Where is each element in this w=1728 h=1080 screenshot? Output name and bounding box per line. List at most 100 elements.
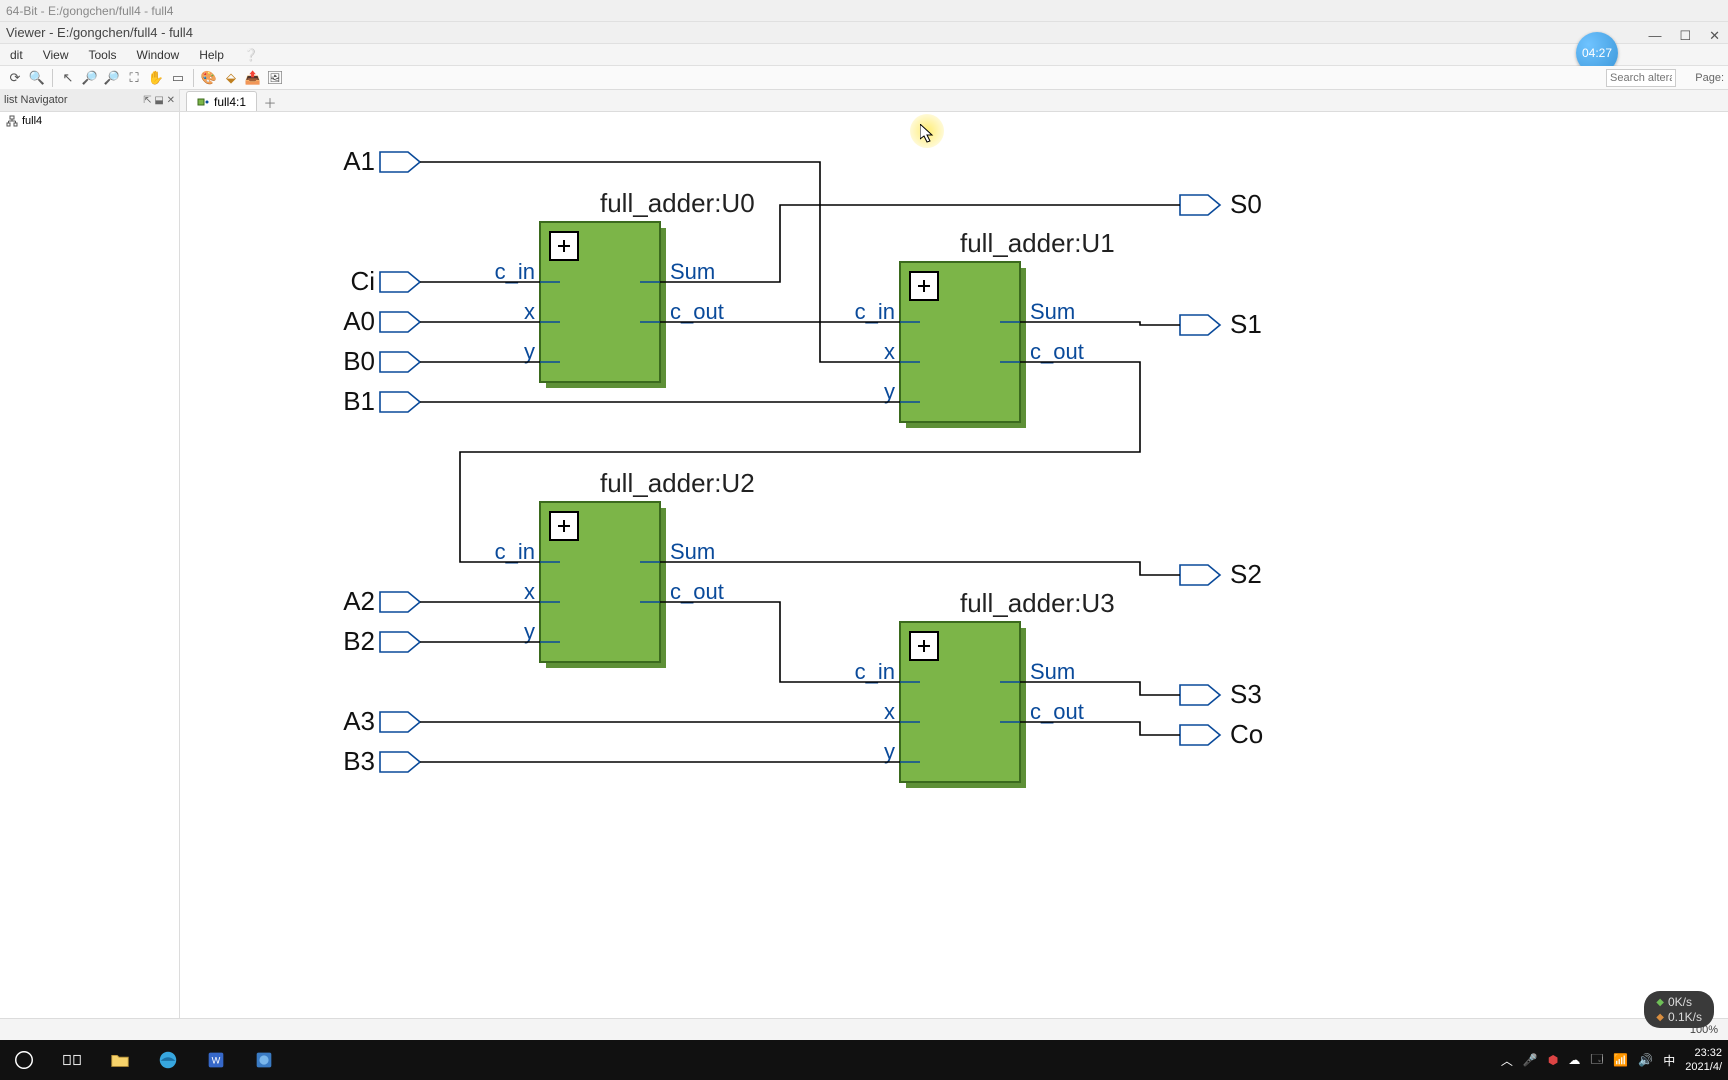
title-text-2: Viewer - E:/gongchen/full4 - full4 [6, 25, 193, 40]
timer-value: 04:27 [1582, 46, 1612, 60]
input-pin-A1: A1 [343, 146, 420, 176]
input-pin-Ci: Ci [350, 266, 420, 296]
toolbar-net-icon[interactable]: ⬙ [221, 68, 241, 88]
svg-text:B3: B3 [343, 746, 375, 776]
menu-view[interactable]: View [33, 48, 79, 62]
tray-chevron-icon[interactable]: ︿ [1501, 1052, 1513, 1069]
svg-text:c_out: c_out [1030, 339, 1084, 364]
schematic-svg: A1 Ci A0 B0 B1 [180, 112, 1728, 1012]
schematic-icon [197, 96, 209, 108]
sidepanel-controls[interactable]: ⇱ ⬓ ✕ [143, 95, 175, 106]
tray-security-icon[interactable]: ⬢ [1548, 1053, 1558, 1067]
svg-text:B1: B1 [343, 386, 375, 416]
maximize-button[interactable]: ☐ [1679, 28, 1691, 44]
tray-volume-icon[interactable]: 🔊 [1638, 1053, 1653, 1067]
tree-item-root[interactable]: full4 [0, 112, 179, 130]
toolbar-zoom-in-icon[interactable]: 🔎 [80, 68, 100, 88]
svg-text:Ci: Ci [350, 266, 375, 296]
tray-wifi-icon[interactable]: 📶 [1613, 1053, 1628, 1067]
svg-text:x: x [884, 699, 895, 724]
svg-text:c_out: c_out [670, 579, 724, 604]
menu-window[interactable]: Window [127, 48, 190, 62]
output-pin-S0: S0 [1180, 189, 1262, 219]
toolbar-pan-icon[interactable]: ✋ [146, 68, 166, 88]
tab-full4-1[interactable]: full4:1 [186, 91, 257, 111]
input-pin-A2: A2 [343, 586, 420, 616]
arrow-down-icon: ◆ [1656, 1012, 1664, 1023]
help-icon[interactable]: ❔ [234, 48, 269, 62]
block-U0[interactable]: full_adder:U0 c_in x y Sum c_out [495, 188, 755, 388]
close-button[interactable]: ✕ [1709, 28, 1720, 44]
block-U3[interactable]: full_adder:U3 c_in x y Sum c_out [855, 588, 1115, 788]
menu-help[interactable]: Help [189, 48, 234, 62]
menu-tools[interactable]: Tools [78, 48, 126, 62]
svg-text:A3: A3 [343, 706, 375, 736]
svg-text:Sum: Sum [670, 539, 715, 564]
clock-date: 2021/4/ [1685, 1060, 1722, 1074]
input-pin-B3: B3 [343, 746, 420, 776]
svg-text:c_out: c_out [670, 299, 724, 324]
toolbar-palette-icon[interactable]: 🎨 [199, 68, 219, 88]
menubar: dit View Tools Window Help ❔ [0, 44, 1728, 66]
output-pin-S3: S3 [1180, 679, 1262, 709]
svg-text:S0: S0 [1230, 189, 1262, 219]
tab-row: list Navigator ⇱ ⬓ ✕ full4:1 ＋ [0, 90, 1728, 112]
svg-text:full_adder:U1: full_adder:U1 [960, 228, 1115, 258]
file-explorer-icon[interactable] [96, 1040, 144, 1080]
sidepanel-header: list Navigator ⇱ ⬓ ✕ [0, 89, 180, 111]
toolbar-zoom-out-icon[interactable]: 🔎 [102, 68, 122, 88]
toolbar-refresh-icon[interactable]: ⟳ [5, 68, 25, 88]
block-U1[interactable]: full_adder:U1 c_in x y Sum c_out [855, 228, 1115, 428]
netspeed-widget: ◆0K/s ◆0.1K/s [1644, 991, 1714, 1028]
statusbar: 100% [0, 1018, 1728, 1040]
titlebar-secondary: 64-Bit - E:/gongchen/full4 - full4 [0, 0, 1728, 22]
toolbar-zoom-fit-icon[interactable]: ⛶ [124, 68, 144, 88]
tray-onedrive-icon[interactable]: ☁ [1568, 1053, 1580, 1067]
output-pin-S2: S2 [1180, 559, 1262, 589]
toolbar-select-icon[interactable]: ▭ [168, 68, 188, 88]
svg-text:c_in: c_in [495, 259, 535, 284]
toolbar-separator-2 [193, 69, 194, 87]
page-label: Page: [1695, 72, 1724, 84]
edge-browser-icon[interactable] [144, 1040, 192, 1080]
window-controls: — ☐ ✕ [1648, 28, 1720, 44]
netspeed-up: 0K/s [1668, 995, 1692, 1009]
toolbar: ⟳ 🔍 ↖ 🔎 🔎 ⛶ ✋ ▭ 🎨 ⬙ 📤 🖼 Page: [0, 66, 1728, 90]
search-input[interactable] [1606, 69, 1676, 87]
input-pin-B1: B1 [343, 386, 420, 416]
start-button[interactable] [0, 1040, 48, 1080]
tray-battery-icon[interactable]: 🗔 [1590, 1050, 1603, 1071]
system-tray: ︿ 🎤 ⬢ ☁ 🗔 📶 🔊 中 23:32 2021/4/ [1501, 1046, 1722, 1074]
svg-text:B2: B2 [343, 626, 375, 656]
output-pin-Co: Co [1180, 719, 1263, 749]
tray-clock[interactable]: 23:32 2021/4/ [1685, 1046, 1722, 1074]
wps-icon[interactable]: W [192, 1040, 240, 1080]
svg-text:c_in: c_in [855, 659, 895, 684]
toolbar-find-icon[interactable]: 🔍 [27, 68, 47, 88]
toolbar-pointer-icon[interactable]: ↖ [58, 68, 78, 88]
svg-text:S3: S3 [1230, 679, 1262, 709]
svg-text:y: y [884, 739, 895, 764]
quartus-icon[interactable] [240, 1040, 288, 1080]
svg-text:x: x [524, 299, 535, 324]
toolbar-image-icon[interactable]: 🖼 [265, 68, 285, 88]
minimize-button[interactable]: — [1648, 28, 1661, 44]
svg-text:S1: S1 [1230, 309, 1262, 339]
input-pin-B2: B2 [343, 626, 420, 656]
arrow-up-icon: ◆ [1656, 997, 1664, 1008]
toolbar-export-icon[interactable]: 📤 [243, 68, 263, 88]
tab-label: full4:1 [214, 95, 246, 109]
schematic-canvas[interactable]: A1 Ci A0 B0 B1 [180, 112, 1728, 1018]
task-view-button[interactable] [48, 1040, 96, 1080]
tray-ime[interactable]: 中 [1663, 1052, 1675, 1069]
menu-edit[interactable]: dit [0, 48, 33, 62]
svg-text:Co: Co [1230, 719, 1263, 749]
svg-text:A2: A2 [343, 586, 375, 616]
block-U2[interactable]: full_adder:U2 c_in x y Sum c_out [495, 468, 755, 668]
svg-text:Sum: Sum [1030, 299, 1075, 324]
svg-text:x: x [884, 339, 895, 364]
svg-text:A0: A0 [343, 306, 375, 336]
tray-mic-icon[interactable]: 🎤 [1523, 1053, 1538, 1067]
tab-add-button[interactable]: ＋ [261, 93, 279, 111]
svg-text:B0: B0 [343, 346, 375, 376]
